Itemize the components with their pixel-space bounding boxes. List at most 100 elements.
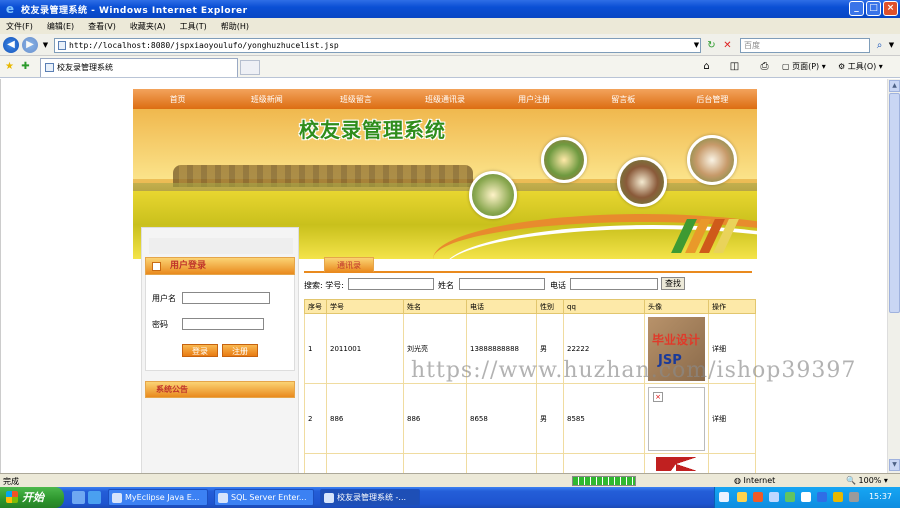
load-progress-fill: [573, 477, 635, 485]
login-button[interactable]: 登录: [182, 344, 218, 357]
login-header-wrap: 用户登录: [145, 257, 295, 275]
user-icon: [152, 262, 161, 271]
task-sqlserver-label: SQL Server Enter...: [231, 493, 307, 502]
page-icon: [58, 41, 66, 50]
phone-input[interactable]: [570, 278, 658, 290]
avatar-text-1: 毕业设计: [652, 332, 701, 347]
forward-arrow-icon[interactable]: ▶: [22, 37, 38, 53]
avatar-image-partial[interactable]: [656, 456, 696, 471]
tray-app-icon[interactable]: [769, 492, 779, 502]
tab-directory[interactable]: 通讯录: [324, 257, 374, 272]
name-input[interactable]: [459, 278, 545, 290]
tab-label: 校友录管理系统: [57, 63, 113, 72]
tools-menu-label: 工具(O): [847, 62, 877, 71]
add-favorite-icon[interactable]: ✚: [19, 60, 32, 73]
cell-no: 2: [304, 383, 327, 454]
scroll-thumb[interactable]: [889, 93, 900, 313]
detail-link[interactable]: 详细: [708, 383, 756, 454]
register-button[interactable]: 注册: [222, 344, 258, 357]
nav-class-messages[interactable]: 班级留言: [311, 94, 400, 105]
page-menu-label: 页面(P): [792, 62, 820, 71]
scroll-up-icon[interactable]: ▲: [889, 80, 900, 92]
tray-network-icon[interactable]: [737, 492, 747, 502]
home-icon[interactable]: ⌂: [700, 60, 713, 73]
col-action: 操作: [708, 299, 756, 314]
scroll-down-icon[interactable]: ▼: [889, 459, 900, 471]
username-input[interactable]: [182, 292, 270, 304]
zoom-level[interactable]: 🔍 100% ▾: [846, 476, 888, 485]
tray-app-icon[interactable]: [849, 492, 859, 502]
zoom-level-label: 100%: [858, 476, 882, 485]
cell-gender: 男: [536, 383, 564, 454]
menu-view[interactable]: 查看(V): [88, 21, 116, 32]
ie-task-icon: [324, 493, 334, 503]
tray-app-icon[interactable]: [833, 492, 843, 502]
security-zone-label: Internet: [743, 476, 776, 485]
tray-app-icon[interactable]: [753, 492, 763, 502]
username-label: 用户名: [152, 294, 176, 303]
new-tab-button[interactable]: [240, 60, 260, 75]
nav-class-directory[interactable]: 班级通讯录: [400, 94, 489, 105]
back-arrow-icon[interactable]: ◀: [3, 37, 19, 53]
tray-clock: 15:37: [868, 492, 892, 501]
task-ie-active[interactable]: 校友录管理系统 -...: [320, 489, 420, 506]
close-button[interactable]: ×: [883, 1, 898, 16]
student-id-input[interactable]: [348, 278, 434, 290]
menu-edit[interactable]: 编辑(E): [47, 21, 74, 32]
search-button[interactable]: 查找: [661, 277, 685, 290]
tray-keyboard-icon[interactable]: [719, 492, 729, 502]
login-form: 用户名 密码 登录 注册: [145, 275, 295, 371]
status-text: 完成: [3, 477, 19, 486]
menu-help[interactable]: 帮助(H): [221, 21, 249, 32]
banner-photo-circle: [617, 157, 667, 207]
nav-class-news[interactable]: 班级新闻: [222, 94, 311, 105]
window-titlebar[interactable]: e 校友录管理系统 - Windows Internet Explorer _ …: [0, 0, 900, 18]
url-field[interactable]: http://localhost:8080/jspxiaoyoulufo/yon…: [54, 38, 701, 53]
nav-register[interactable]: 用户注册: [490, 94, 579, 105]
avatar-image-broken[interactable]: ×: [648, 386, 705, 451]
banner-title: 校友录管理系统: [299, 118, 446, 142]
url-dropdown-icon[interactable]: ▼: [690, 39, 703, 52]
browser-tab[interactable]: 校友录管理系统: [40, 58, 238, 77]
vertical-scrollbar[interactable]: ▲ ▼: [887, 79, 900, 473]
menu-tools[interactable]: 工具(T): [180, 21, 207, 32]
favorites-star-icon[interactable]: ★: [3, 60, 16, 73]
menu-favorites[interactable]: 收藏夹(A): [130, 21, 166, 32]
nav-admin[interactable]: 后台管理: [668, 94, 757, 105]
show-desktop-icon[interactable]: [72, 491, 85, 504]
top-nav: 首页 班级新闻 班级留言 班级通讯录 用户注册 留言板 后台管理: [133, 89, 757, 109]
col-student-id: 学号: [326, 299, 404, 314]
start-button[interactable]: 开始: [0, 487, 64, 508]
login-header-text: 用户登录: [170, 261, 207, 271]
tray-volume-icon[interactable]: [801, 492, 811, 502]
directory-table: 序号 学号 姓名 电话 性别 qq 头像 操作 1 2011001 刘光亮 13…: [304, 299, 756, 473]
maximize-button[interactable]: □: [866, 1, 881, 16]
tray-security-icon[interactable]: [817, 492, 827, 502]
tray-app-icon[interactable]: [785, 492, 795, 502]
load-progress: [572, 476, 636, 486]
status-bar: 完成 ◍ Internet 🔍 100% ▾: [0, 473, 900, 487]
security-zone[interactable]: ◍ Internet: [734, 476, 775, 485]
feeds-icon[interactable]: ◫: [728, 60, 741, 73]
nav-home[interactable]: 首页: [133, 94, 222, 105]
password-input[interactable]: [182, 318, 264, 330]
stop-icon[interactable]: ✕: [721, 39, 734, 52]
task-sqlserver[interactable]: SQL Server Enter...: [214, 489, 314, 506]
minimize-button[interactable]: _: [849, 1, 864, 16]
menu-file[interactable]: 文件(F): [6, 21, 33, 32]
ie-logo-icon: e: [5, 2, 15, 16]
search-form: 搜索: 学号: 姓名 电话 查找: [304, 277, 752, 293]
refresh-icon[interactable]: ↻: [705, 39, 718, 52]
search-input[interactable]: 百度: [740, 38, 870, 53]
chevron-down-icon[interactable]: ▼: [39, 39, 52, 52]
phone-label: 电话: [550, 281, 566, 290]
task-myeclipse[interactable]: MyEclipse Java E...: [108, 489, 208, 506]
page-menu[interactable]: ▢ 页面(P) ▾: [782, 60, 826, 74]
task-ie-label: 校友录管理系统 -...: [337, 493, 407, 502]
nav-guestbook[interactable]: 留言板: [579, 94, 668, 105]
tools-menu[interactable]: ⚙ 工具(O) ▾: [838, 60, 883, 74]
search-dropdown-icon[interactable]: ▼: [885, 39, 898, 52]
ie-quicklaunch-icon[interactable]: [88, 491, 101, 504]
print-icon[interactable]: ⎙: [758, 60, 771, 73]
col-qq: qq: [563, 299, 645, 314]
